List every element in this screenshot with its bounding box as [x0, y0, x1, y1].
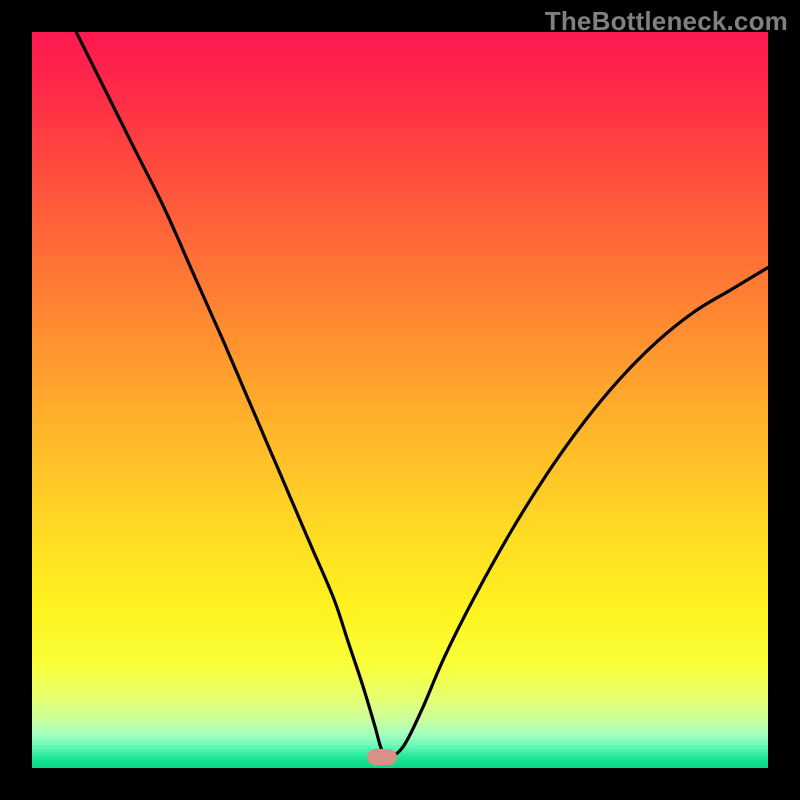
- plot-area: [32, 32, 768, 768]
- bottleneck-curve: [32, 32, 768, 768]
- optimum-marker: [367, 749, 397, 765]
- watermark-text: TheBottleneck.com: [545, 6, 788, 37]
- chart-frame: TheBottleneck.com: [0, 0, 800, 800]
